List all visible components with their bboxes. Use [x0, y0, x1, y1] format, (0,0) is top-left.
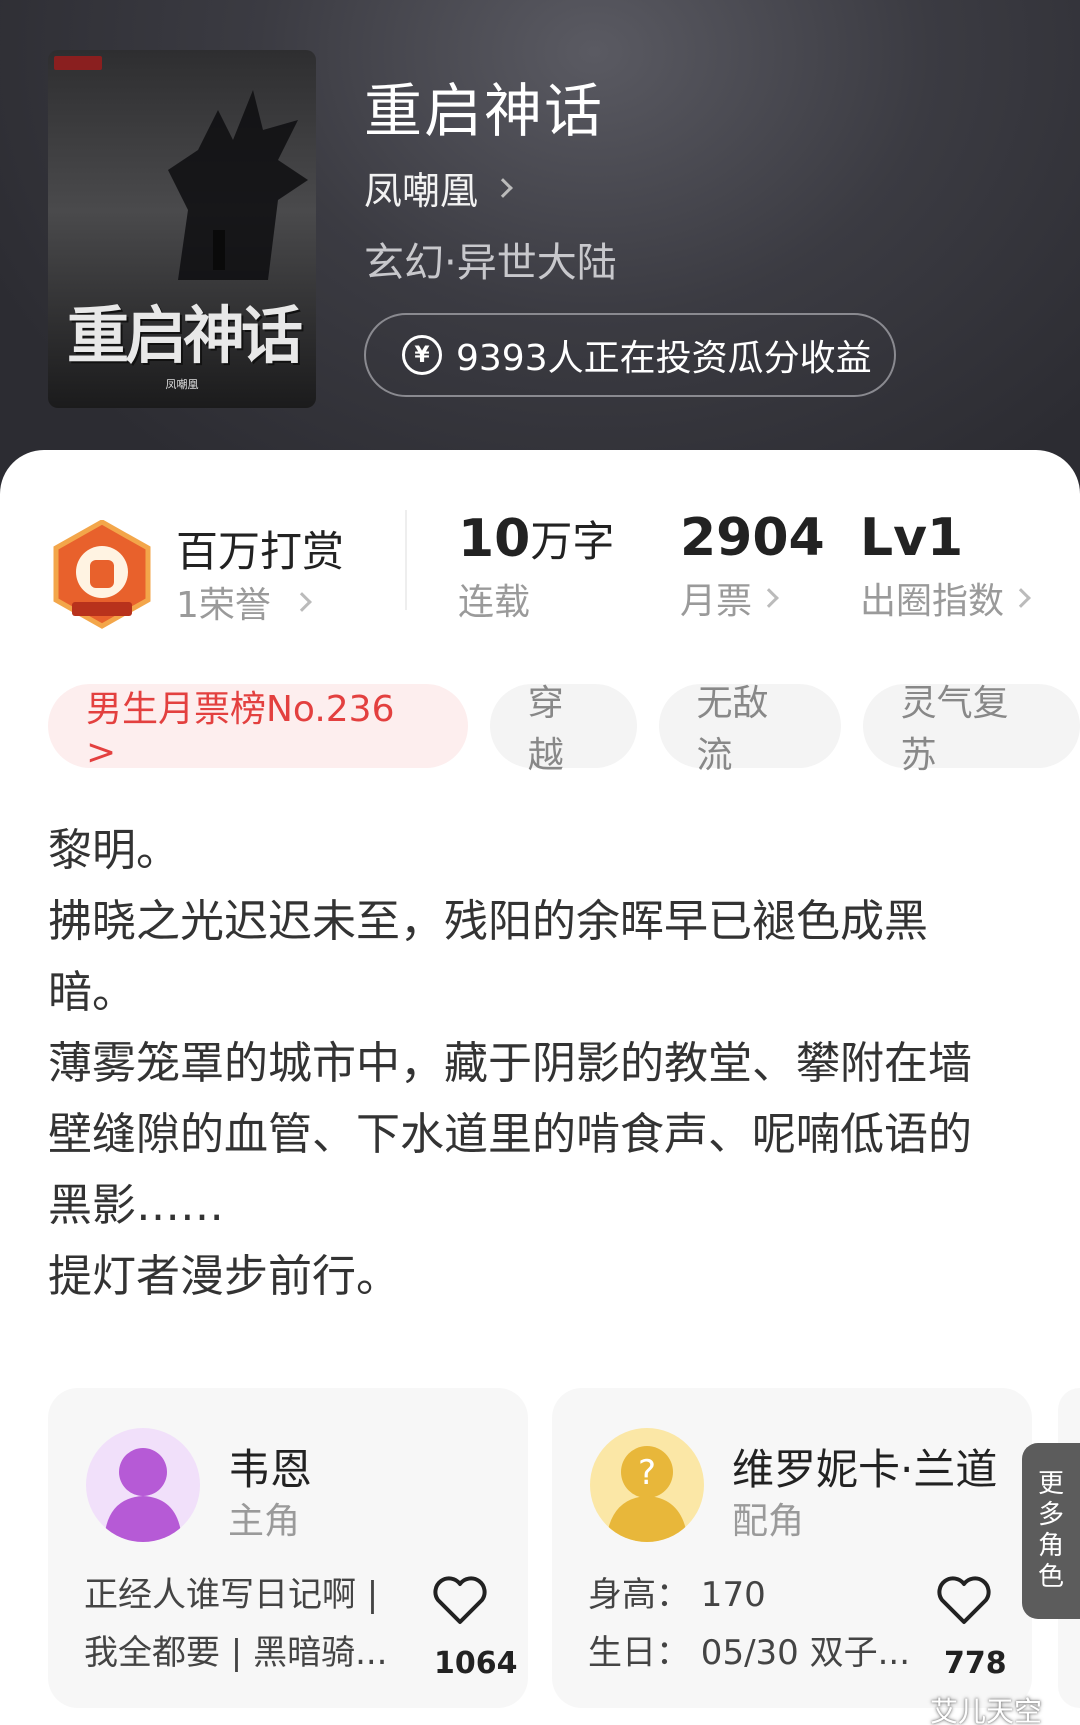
honor-count: 1荣誉 [176, 585, 271, 626]
chevron-right-icon [1011, 588, 1031, 608]
publisher-logo [54, 56, 102, 70]
stats-row: 百万打赏 1荣誉 10万字 连载 2904 月票 Lv1 出圈指数 [0, 500, 1080, 650]
chevron-right-icon [493, 177, 513, 198]
character-description-line: 生日： 05/30 双子... [588, 1633, 911, 1673]
character-role: 主角 [228, 1501, 301, 1542]
influence-index-label: 出圈指数 [860, 581, 1005, 622]
monthly-ticket-label: 月票 [680, 581, 753, 622]
character-description: 身高： 170 生日： 05/30 双子... [588, 1566, 918, 1682]
word-count-value: 10 [458, 509, 531, 569]
reward-medal-icon [53, 520, 151, 629]
like-count: 1064 [434, 1646, 518, 1681]
like-count: 778 [944, 1646, 1007, 1681]
synopsis[interactable]: 黎明。 拂晓之光迟迟未至，残阳的余晖早已褪色成黑暗。 薄雾笼罩的城市中，藏于阴影… [48, 815, 1008, 1312]
honor-link[interactable]: 1荣誉 [176, 576, 312, 628]
synopsis-line: 黎明。 [48, 825, 180, 876]
character-avatar [86, 1428, 200, 1542]
synopsis-line: 提灯者漫步前行。 [48, 1251, 400, 1302]
more-roles-label: 更多角色 [1037, 1469, 1064, 1592]
character-name: 韦恩 [228, 1445, 313, 1494]
character-description-line: 正经人谁写日记啊 | [84, 1575, 379, 1615]
word-count-unit: 万字 [530, 517, 615, 566]
character-name: 维罗妮卡·兰道 [732, 1445, 998, 1494]
heart-icon[interactable] [936, 1576, 992, 1626]
word-count-stat: 10万字 连载 [458, 508, 614, 625]
tag-chip[interactable]: 灵气复苏 [862, 683, 1080, 776]
watermark: 艾儿天空 [930, 1695, 1043, 1725]
wolf-silhouette-image [168, 90, 308, 280]
tag-chip[interactable]: 穿越 [489, 683, 637, 776]
character-description-line: 身高： 170 [588, 1575, 766, 1615]
heart-icon[interactable] [432, 1576, 488, 1626]
character-card[interactable]: ? 维罗妮卡·兰道 配角 身高： 170 生日： 05/30 双子... 778 [552, 1388, 1032, 1708]
book-genre: 玄幻·异世大陆 [364, 240, 617, 286]
character-avatar: ? [590, 1428, 704, 1542]
tag-chip[interactable]: 无敌流 [658, 683, 841, 776]
more-roles-button[interactable]: 更多角色 [1022, 1443, 1080, 1619]
monthly-ticket-value: 2904 [680, 508, 825, 568]
chevron-right-icon [759, 588, 779, 608]
author-link[interactable]: 凤嘲凰 [364, 160, 513, 215]
reward-title: 百万打赏 [176, 527, 345, 576]
svg-text:?: ? [638, 1453, 656, 1493]
character-role: 配角 [732, 1501, 805, 1542]
stats-divider [405, 510, 407, 610]
influence-level-value: Lv1 [860, 508, 964, 568]
word-count-label: 连载 [458, 582, 531, 623]
synopsis-line: 薄雾笼罩的城市中，藏于阴影的教堂、攀附在墙壁缝隙的血管、下水道里的啃食声、呢喃低… [48, 1038, 972, 1231]
character-card[interactable]: 韦恩 主角 正经人谁写日记啊 | 我全都要 | 黑暗骑... 1064 [48, 1388, 528, 1708]
invest-button[interactable]: ¥ 9393人正在投资瓜分收益 [364, 313, 896, 397]
synopsis-line: 拂晓之光迟迟未至，残阳的余晖早已褪色成黑暗。 [48, 896, 928, 1018]
monthly-ticket-stat[interactable]: 2904 月票 [680, 508, 825, 624]
influence-index-stat[interactable]: Lv1 出圈指数 [860, 508, 1031, 624]
invest-text: 9393人正在投资瓜分收益 [456, 338, 872, 379]
book-cover[interactable]: 重启神话 凤嘲凰 [48, 50, 316, 408]
chevron-right-icon [292, 592, 312, 612]
rank-tag[interactable]: 男生月票榜No.236 > [48, 684, 468, 773]
author-name: 凤嘲凰 [364, 169, 479, 213]
yen-coin-icon: ¥ [402, 335, 442, 375]
character-description-line: 我全都要 | 黑暗骑... [84, 1633, 388, 1673]
book-title: 重启神话 [364, 77, 605, 145]
tag-row: 男生月票榜No.236 > 穿越 无敌流 灵气复苏 [48, 683, 1080, 776]
cover-title: 重启神话 [66, 299, 303, 372]
character-description: 正经人谁写日记啊 | 我全都要 | 黑暗骑... [84, 1566, 414, 1682]
cover-author: 凤嘲凰 [165, 378, 199, 391]
